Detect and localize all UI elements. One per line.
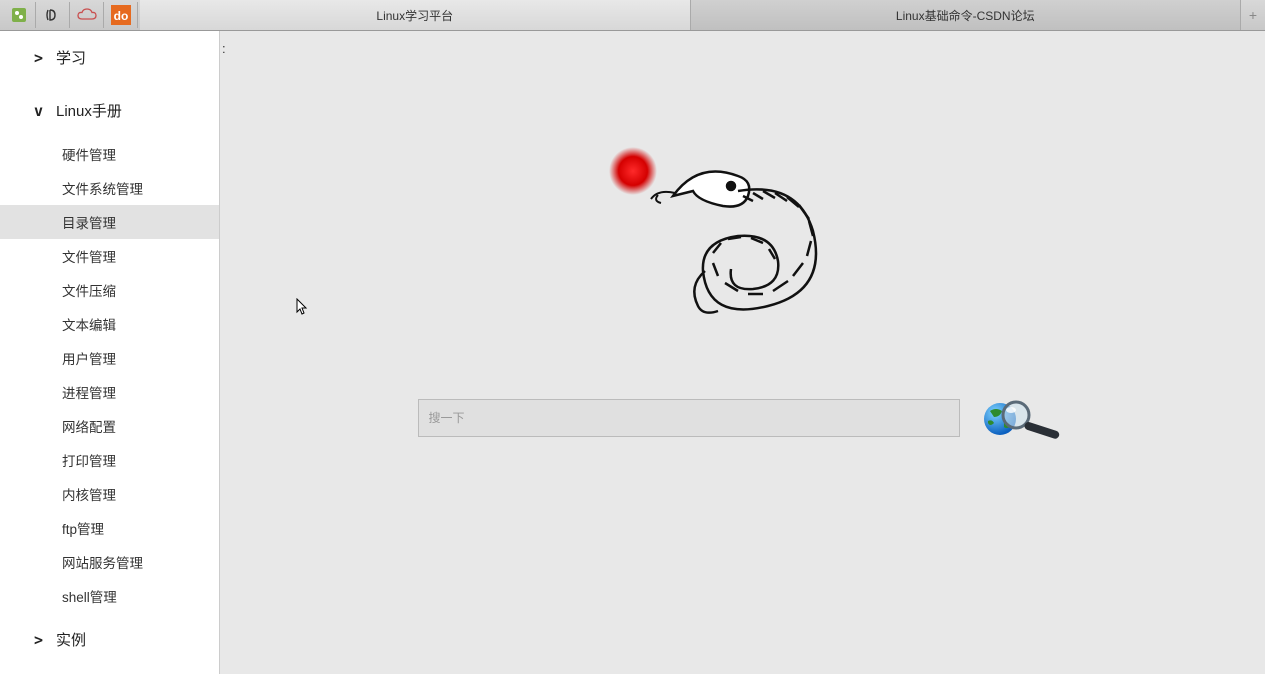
toolbar-icon-2[interactable]: [36, 2, 70, 28]
content-area: :: [220, 31, 1265, 674]
toolbar-icon-cloud[interactable]: [70, 2, 104, 28]
nav-sub-kernel[interactable]: 内核管理: [0, 477, 219, 511]
logo-snake: [603, 141, 883, 331]
nav-section-label: 学习: [56, 47, 86, 68]
nav-sub-label: 内核管理: [62, 488, 116, 503]
nav-sub-website[interactable]: 网站服务管理: [0, 545, 219, 579]
nav-sub-label: 文本编辑: [62, 318, 116, 333]
nav-sub-filesystem[interactable]: 文件系统管理: [0, 171, 219, 205]
nav-sub-label: 文件系统管理: [62, 182, 143, 197]
nav-sub-user[interactable]: 用户管理: [0, 341, 219, 375]
content-header-marker: :: [222, 41, 226, 56]
nav-sub-label: 打印管理: [62, 454, 116, 469]
main-layout: > 学习 v Linux手册 硬件管理 文件系统管理 目录管理 文件管理 文件压…: [0, 31, 1265, 674]
tab-label: Linux学习平台: [376, 7, 453, 24]
nav-sub-file[interactable]: 文件管理: [0, 239, 219, 273]
chevron-right-icon: >: [34, 631, 43, 649]
search-input[interactable]: [418, 399, 960, 437]
tab-linux-learning[interactable]: Linux学习平台: [140, 0, 691, 30]
tab-bar: Linux学习平台 Linux基础命令-CSDN论坛: [140, 0, 1241, 30]
chevron-right-icon: >: [34, 49, 43, 67]
nav-sub-compress[interactable]: 文件压缩: [0, 273, 219, 307]
tab-label: Linux基础命令-CSDN论坛: [896, 7, 1035, 24]
nav-section-example[interactable]: > 实例: [0, 613, 219, 666]
new-tab-button[interactable]: +: [1241, 0, 1265, 30]
nav-sub-process[interactable]: 进程管理: [0, 375, 219, 409]
nav-sub-label: 网站服务管理: [62, 556, 143, 571]
nav-sub-label: 进程管理: [62, 386, 116, 401]
browser-chrome: do Linux学习平台 Linux基础命令-CSDN论坛 +: [0, 0, 1265, 31]
nav-sub-label: 文件管理: [62, 250, 116, 265]
tab-csdn-forum[interactable]: Linux基础命令-CSDN论坛: [691, 0, 1242, 30]
nav-sub-textedit[interactable]: 文本编辑: [0, 307, 219, 341]
nav-sub-print[interactable]: 打印管理: [0, 443, 219, 477]
cursor-icon: [293, 298, 309, 321]
toolbar-icon-do[interactable]: do: [104, 2, 138, 28]
nav-sub-label: shell管理: [62, 590, 117, 605]
nav-sub-label: 目录管理: [62, 216, 116, 231]
chevron-down-icon: v: [34, 102, 43, 120]
sidebar: > 学习 v Linux手册 硬件管理 文件系统管理 目录管理 文件管理 文件压…: [0, 31, 220, 674]
nav-sub-network[interactable]: 网络配置: [0, 409, 219, 443]
search-button[interactable]: [978, 396, 1068, 440]
globe-magnifier-icon: [980, 397, 1066, 439]
search-row: [418, 396, 1068, 440]
nav-sub-directory[interactable]: 目录管理: [0, 205, 219, 239]
nav-sub-label: 用户管理: [62, 352, 116, 367]
nav-sub-label: 网络配置: [62, 420, 116, 435]
nav-section-study[interactable]: > 学习: [0, 31, 219, 84]
nav-sub-hardware[interactable]: 硬件管理: [0, 137, 219, 171]
nav-section-linux-manual[interactable]: v Linux手册: [0, 84, 219, 137]
toolbar-icon-1[interactable]: [2, 2, 36, 28]
nav-sub-label: ftp管理: [62, 522, 104, 537]
nav-sub-label: 硬件管理: [62, 148, 116, 163]
nav-section-label: 实例: [56, 629, 86, 650]
nav-sub-label: 文件压缩: [62, 284, 116, 299]
nav-sub-shell[interactable]: shell管理: [0, 579, 219, 613]
nav-section-label: Linux手册: [56, 100, 122, 121]
toolbar-icon-group: do: [0, 0, 140, 30]
nav-sub-ftp[interactable]: ftp管理: [0, 511, 219, 545]
svg-text:do: do: [113, 9, 128, 23]
